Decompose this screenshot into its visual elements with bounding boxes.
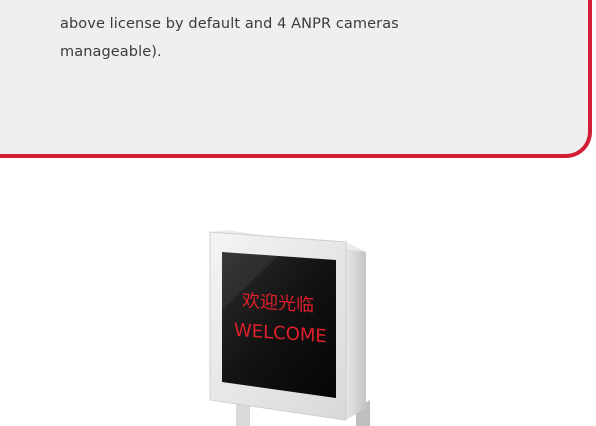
info-card-line-2: manageable). <box>60 44 162 60</box>
info-card-text: above license by default and 4 ANPR came… <box>60 10 500 66</box>
page: above license by default and 4 ANPR came… <box>0 0 596 426</box>
sign-frame-side <box>346 242 366 420</box>
display-sign-graphic: 欢迎光临 WELCOME <box>209 230 370 426</box>
info-card-line-1: above license by default and 4 ANPR came… <box>60 16 399 32</box>
display-sign-illustration: 欢迎光临 WELCOME <box>208 230 388 426</box>
info-card: above license by default and 4 ANPR came… <box>0 0 592 158</box>
